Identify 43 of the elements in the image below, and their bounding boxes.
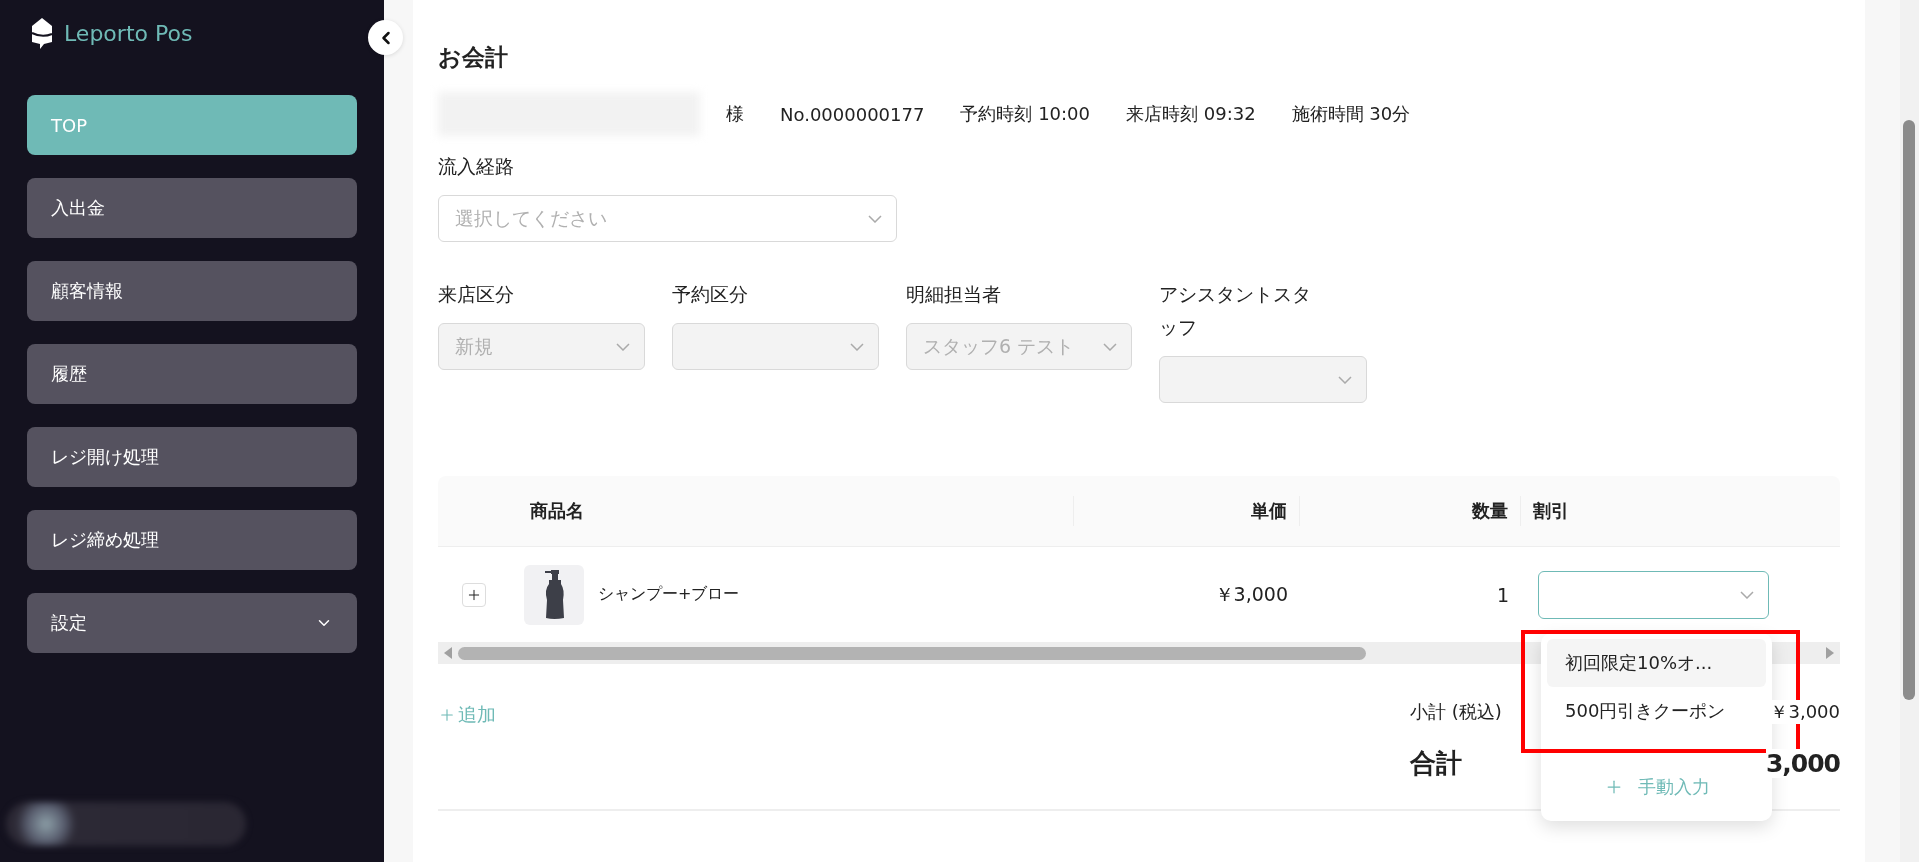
field-label: 流入経路 [438, 154, 515, 179]
field-label: アシスタントスタッフ [1159, 282, 1312, 340]
bottle-icon [542, 569, 566, 620]
sidebar-item[interactable]: レジ締め処理 [27, 510, 357, 570]
chevron-down-icon [616, 342, 630, 351]
chevron-down-icon [850, 342, 864, 351]
sidebar-item[interactable]: 設定 [27, 593, 357, 653]
sidebar-item[interactable]: 履歴 [27, 344, 357, 404]
page-title: お会計 [438, 43, 509, 72]
total-label: 合計 [1410, 747, 1463, 780]
column-header: 数量 [1300, 496, 1521, 526]
table-cell-text: 1 [1495, 583, 1510, 606]
dropdown-option[interactable]: 500円引きクーポン [1547, 687, 1766, 735]
column-header: 単価 [1074, 496, 1300, 526]
discount-select[interactable] [1538, 570, 1769, 619]
subtotal-value: ￥3,000 [1770, 700, 1840, 724]
sidebar-item[interactable]: 入出金 [27, 178, 357, 238]
field-label: 予約区分 [672, 282, 749, 307]
table-cell: シャンプー+ブロー [598, 584, 740, 605]
chevron-down-icon [1740, 590, 1754, 599]
field-label: 明細担当者 [906, 282, 1002, 307]
column-header: 割引 [1532, 499, 1570, 523]
chevron-down-icon [1103, 342, 1117, 351]
info-text: 施術時間 30分 [1291, 102, 1411, 126]
dropdown-option[interactable]: 初回限定10%オ... [1547, 639, 1766, 687]
info-text: No.0000000177 [780, 103, 925, 125]
chevron-down-icon [1338, 375, 1352, 384]
honorific: 様 [726, 102, 744, 126]
expand-button[interactable] [462, 582, 486, 607]
logo-icon [30, 16, 54, 50]
app-logo-text: Leporto Pos [64, 20, 193, 46]
field-label: 来店区分 [438, 282, 515, 307]
info-text: 予約時刻 10:00 [960, 102, 1090, 126]
sidebar-item[interactable]: レジ開け処理 [27, 427, 357, 487]
sidebar-item[interactable]: 顧客情報 [27, 261, 357, 321]
info-text: 来店時刻 09:32 [1126, 102, 1256, 126]
total-value: 3,000 [1765, 749, 1840, 778]
plus-icon [438, 706, 456, 724]
column-header: 商品名 [518, 496, 1074, 526]
subtotal-label: 小計 (税込) [1410, 700, 1503, 724]
table-cell-text: ￥3,000 [1213, 581, 1289, 607]
vertical-scrollbar[interactable] [1900, 0, 1919, 862]
chevron-down-icon [868, 214, 882, 223]
